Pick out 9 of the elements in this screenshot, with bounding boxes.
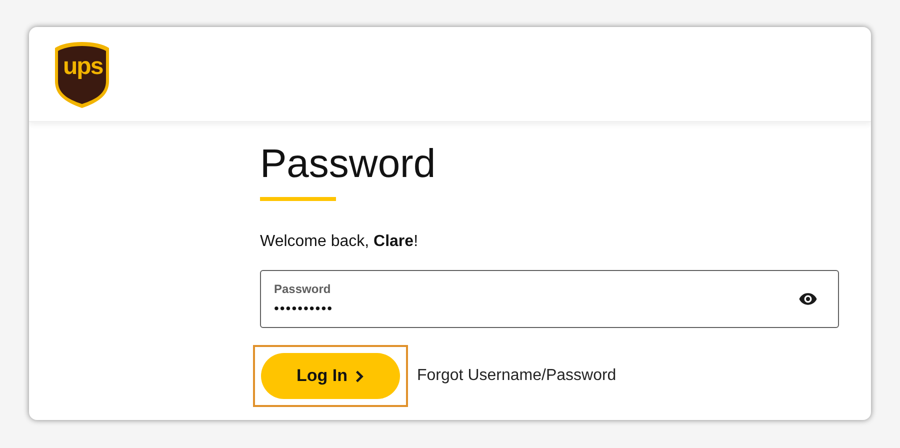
forgot-link[interactable]: Forgot Username/Password: [417, 367, 616, 385]
page-heading: Password: [260, 141, 436, 188]
password-field[interactable]: Password ••••••••••: [260, 270, 839, 328]
field-label: Password: [274, 282, 332, 296]
login-button[interactable]: Log In: [261, 353, 400, 399]
chevron-icon: [355, 370, 364, 382]
logo-text: ups: [63, 55, 103, 79]
welcome-message: Welcome back, Clare!: [260, 233, 420, 251]
password-value: ••••••••••: [274, 300, 334, 316]
